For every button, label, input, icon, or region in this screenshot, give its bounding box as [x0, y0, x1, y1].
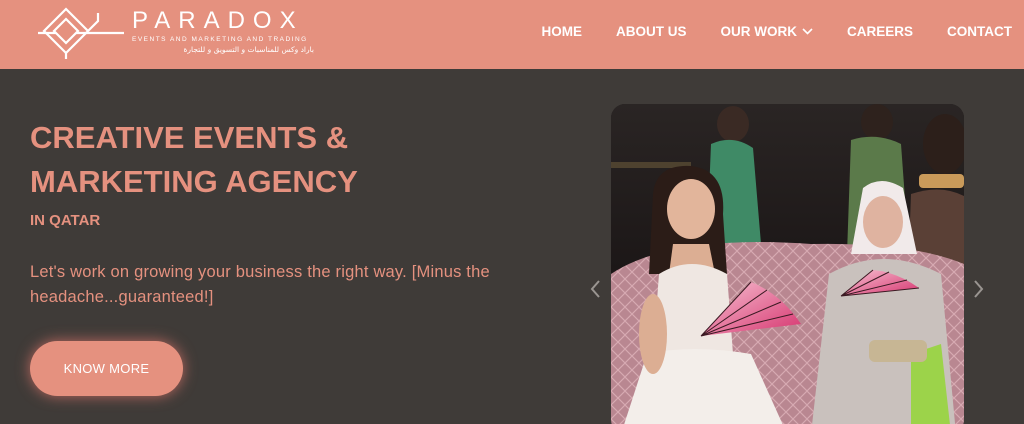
nav-contact[interactable]: CONTACT — [947, 24, 1012, 39]
nav-careers[interactable]: CAREERS — [847, 24, 913, 39]
hero-description: Let's work on growing your business the … — [30, 263, 490, 306]
chevron-right-icon[interactable] — [972, 278, 986, 300]
know-more-button[interactable]: KNOW MORE — [30, 341, 183, 396]
brand-tagline-arabic: باراد وكس للمناسبات و التسويق و للتجارة — [183, 45, 314, 54]
nav-about-us[interactable]: ABOUT US — [616, 24, 687, 39]
brand-tagline: EVENTS AND MARKETING AND TRADING — [132, 36, 308, 43]
nav-our-work[interactable]: OUR WORK — [720, 24, 813, 39]
logo-wordmark[interactable]: PARADOX EVENTS AND MARKETING AND TRADING… — [132, 8, 314, 55]
brand-name: PARADOX — [132, 7, 304, 34]
paradox-logo-icon[interactable] — [36, 5, 126, 61]
chevron-down-icon — [802, 28, 813, 35]
chevron-left-icon[interactable] — [588, 278, 602, 300]
hero-subtitle: IN QATAR — [30, 212, 101, 229]
main-nav: HOME ABOUT US OUR WORK CAREERS CONTACT — [541, 24, 1012, 39]
hero-carousel-image — [611, 104, 964, 424]
site-header: PARADOX EVENTS AND MARKETING AND TRADING… — [0, 0, 1024, 69]
nav-home[interactable]: HOME — [541, 24, 582, 39]
hero-title: CREATIVE EVENTS & MARKETING AGENCY — [30, 120, 358, 199]
